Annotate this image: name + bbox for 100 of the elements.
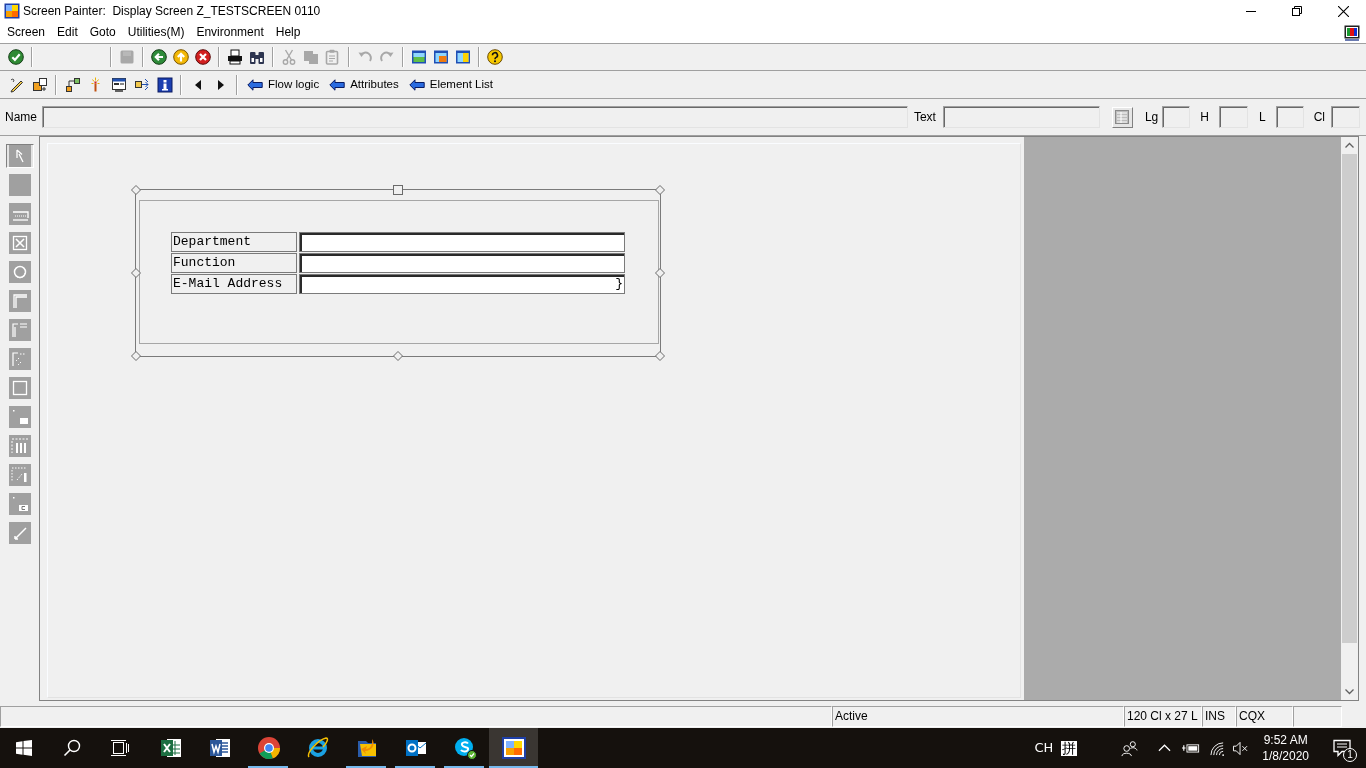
hierarchy-icon <box>64 76 81 93</box>
field-label: Name <box>4 109 38 126</box>
field-label: Function <box>171 253 297 273</box>
menu-item[interactable]: Environment <box>190 23 270 42</box>
blank-tile-icon <box>9 174 31 196</box>
palette-tool-button[interactable] <box>6 376 34 400</box>
ring-orbit-icon <box>305 736 330 760</box>
pages-icon <box>303 49 319 65</box>
left-arrow-circle-icon <box>151 49 167 65</box>
toolbar-button[interactable] <box>192 46 214 68</box>
left-triangle-icon <box>194 79 201 90</box>
menu-item[interactable]: Utilities(M) <box>121 23 191 42</box>
input-field[interactable] <box>299 253 625 273</box>
stacked-squares-icon <box>31 76 48 93</box>
palette-tool-button[interactable] <box>6 405 34 429</box>
palette-tool-button[interactable] <box>6 492 34 516</box>
square-handle-icon[interactable] <box>393 185 403 195</box>
muted-speaker-icon[interactable] <box>1232 740 1250 756</box>
search-icon <box>63 739 81 757</box>
screen-layout-icon <box>110 76 127 93</box>
diamond-handle-icon[interactable] <box>655 268 665 278</box>
status-field: 120 Cl x 27 L <box>1124 706 1202 727</box>
notification-button[interactable]: 1 <box>1322 728 1362 768</box>
printer-icon <box>227 49 243 65</box>
monitor-icon[interactable] <box>1344 24 1360 41</box>
field-label: L <box>1258 109 1266 126</box>
window-title: Screen Painter: Display Screen Z_TESTSCREEN 0110 <box>23 3 321 20</box>
palette-tool-button[interactable] <box>6 463 34 487</box>
input-field[interactable] <box>942 106 1100 128</box>
diamond-handle-icon[interactable] <box>655 351 665 361</box>
input-field[interactable] <box>1218 106 1248 128</box>
input-field[interactable] <box>1162 106 1191 128</box>
palette-tool-button[interactable] <box>6 144 34 168</box>
input-method-indicator[interactable]: 拼 <box>1061 740 1078 756</box>
menu-item[interactable]: Edit <box>51 23 84 42</box>
input-field[interactable] <box>1275 106 1304 128</box>
toolbar-button[interactable]: Flow logic <box>242 73 325 96</box>
pencil-icon <box>8 76 25 93</box>
document-icon <box>207 736 232 760</box>
field-label: Cl <box>1313 109 1325 126</box>
chevron-up-icon[interactable] <box>1158 744 1172 752</box>
people-icon[interactable] <box>1121 739 1139 757</box>
diamond-handle-icon[interactable] <box>131 351 141 361</box>
status-field: INS <box>1202 706 1236 727</box>
spreadsheet-icon <box>158 736 183 760</box>
toolbar-button[interactable] <box>5 46 27 68</box>
speech-bubble-icon <box>1333 739 1351 757</box>
left-arrow-icon <box>329 78 346 91</box>
palette-tool-button[interactable] <box>6 434 34 458</box>
input-field[interactable] <box>299 232 625 252</box>
dotted-frame-icon <box>9 348 31 370</box>
menu-item[interactable]: Help <box>269 23 307 42</box>
toolbar-button[interactable]: Attributes <box>324 73 404 96</box>
browser-ring-icon <box>256 736 281 760</box>
corner-frame-icon <box>9 290 31 312</box>
field-label: Lg <box>1144 109 1159 126</box>
palette-tool-button[interactable] <box>6 260 34 284</box>
left-arrow-icon <box>247 78 263 91</box>
diamond-handle-icon[interactable] <box>655 185 665 195</box>
tile-with-tab-icon <box>9 493 31 515</box>
app-window-icon <box>4 3 20 19</box>
status-field <box>1293 706 1342 727</box>
wifi-icon[interactable] <box>1209 740 1227 756</box>
diamond-handle-icon[interactable] <box>393 351 403 361</box>
toolbar-button[interactable] <box>484 46 506 68</box>
small-rect-icon <box>9 406 31 428</box>
question-mark-icon <box>487 49 503 65</box>
field-label: Department <box>171 232 297 252</box>
battery-icon[interactable] <box>1182 742 1201 754</box>
x-box-icon <box>9 232 31 254</box>
input-field[interactable] <box>42 106 908 128</box>
toolbar-button[interactable] <box>148 46 170 68</box>
input-field[interactable] <box>1331 106 1360 128</box>
minimize-icon <box>1246 10 1256 12</box>
clock-date[interactable]: 1/8/2020 <box>1262 748 1309 764</box>
language-indicator[interactable]: CH <box>1034 738 1054 758</box>
dotted-slash-icon <box>9 464 31 486</box>
menu-item[interactable]: Goto <box>83 23 122 42</box>
check-circle-icon <box>8 49 24 65</box>
diamond-handle-icon[interactable] <box>131 185 141 195</box>
close-icon <box>1337 5 1349 17</box>
status-field: CQX <box>1236 706 1293 727</box>
app-window-icon <box>501 736 526 760</box>
right-triangle-icon <box>217 79 224 90</box>
palette-tool-button[interactable] <box>6 231 34 255</box>
toolbar-button[interactable]: Element List <box>403 73 498 96</box>
diamond-handle-icon[interactable] <box>131 268 141 278</box>
task-view-icon <box>111 739 129 757</box>
window-icon <box>455 49 471 65</box>
clock-time[interactable]: 9:52 AM <box>1263 732 1308 748</box>
taskbar-app-button[interactable] <box>489 728 538 768</box>
list-button[interactable] <box>1111 106 1133 128</box>
menu-item[interactable]: Screen <box>1 23 52 42</box>
arrows-icon <box>133 76 150 93</box>
window-icon <box>411 49 427 65</box>
left-arrow-icon <box>408 78 425 91</box>
table-columns-icon <box>9 435 31 457</box>
input-field[interactable]: } <box>299 274 625 294</box>
scrollbar-thumb[interactable] <box>1342 154 1357 643</box>
info-icon <box>156 76 173 93</box>
